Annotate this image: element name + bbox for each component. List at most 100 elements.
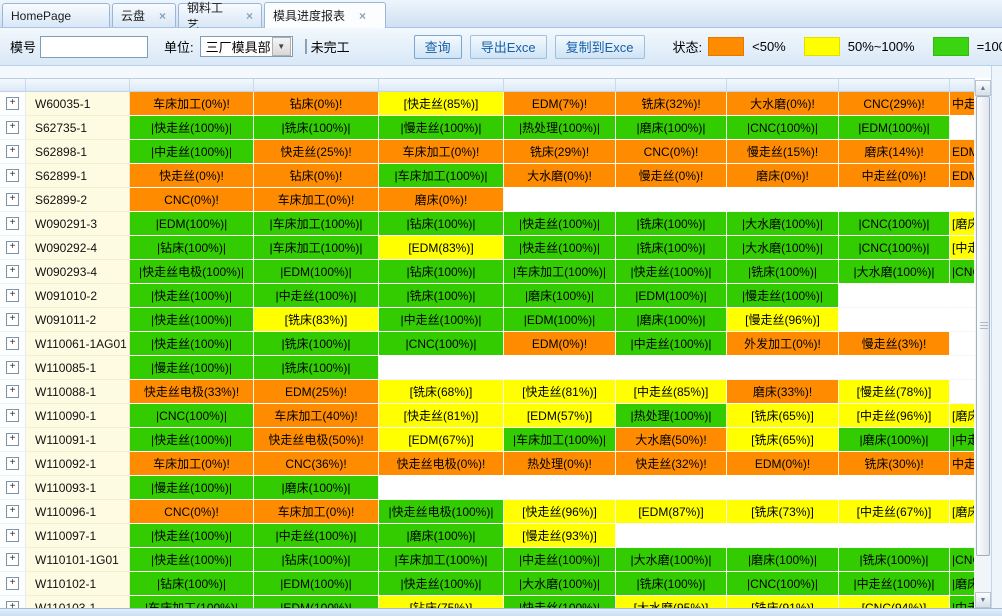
process-status-cell[interactable]: |CNC(100%)| bbox=[379, 332, 504, 356]
process-status-cell[interactable]: |快走丝(100%)| bbox=[130, 332, 254, 356]
mold-id-cell[interactable]: W090291-3 bbox=[26, 212, 130, 236]
process-status-cell[interactable]: [铣床(65%)] bbox=[727, 404, 839, 428]
process-status-cell[interactable]: 磨床(33%)! bbox=[727, 380, 839, 404]
process-status-cell[interactable]: [钻床(75%)] bbox=[379, 596, 504, 608]
mold-id-cell[interactable]: W110090-1 bbox=[26, 404, 130, 428]
process-status-cell[interactable] bbox=[504, 476, 616, 500]
mold-id-cell[interactable]: W110101-1G01 bbox=[26, 548, 130, 572]
process-status-cell[interactable]: 车床加工(0%)! bbox=[379, 140, 504, 164]
row-expand-toggle[interactable]: + bbox=[0, 212, 26, 236]
process-status-cell[interactable]: |CNC(100%)| bbox=[727, 116, 839, 140]
process-status-cell[interactable] bbox=[950, 356, 975, 380]
process-status-cell[interactable] bbox=[504, 188, 616, 212]
process-status-cell[interactable]: EDM(0%)! bbox=[727, 452, 839, 476]
process-status-cell[interactable]: [铣床(91%)] bbox=[727, 596, 839, 608]
process-status-cell[interactable]: |车床加工(100%)| bbox=[379, 164, 504, 188]
process-status-cell[interactable]: |铣床(100%)| bbox=[839, 548, 950, 572]
process-status-cell[interactable]: |慢走丝(100%)| bbox=[130, 356, 254, 380]
process-status-cell[interactable] bbox=[950, 188, 975, 212]
row-expand-toggle[interactable]: + bbox=[0, 260, 26, 284]
process-status-cell[interactable]: |车床加工(100%)| bbox=[379, 548, 504, 572]
process-status-cell[interactable] bbox=[950, 308, 975, 332]
process-status-cell[interactable]: |热处理(100%)| bbox=[504, 116, 616, 140]
process-status-cell[interactable] bbox=[727, 188, 839, 212]
row-expand-toggle[interactable]: + bbox=[0, 308, 26, 332]
row-expand-toggle[interactable]: + bbox=[0, 404, 26, 428]
process-status-cell[interactable]: [磨床 bbox=[950, 212, 975, 236]
process-status-cell[interactable]: |车床加工(100%)| bbox=[504, 260, 616, 284]
row-expand-toggle[interactable]: + bbox=[0, 476, 26, 500]
process-status-cell[interactable] bbox=[839, 476, 950, 500]
process-status-cell[interactable] bbox=[839, 284, 950, 308]
process-status-cell[interactable] bbox=[839, 188, 950, 212]
process-status-cell[interactable]: 铣床(32%)! bbox=[616, 92, 727, 116]
process-status-cell[interactable] bbox=[950, 380, 975, 404]
process-status-cell[interactable]: 钻床(0%)! bbox=[254, 92, 379, 116]
mold-id-cell[interactable]: W110092-1 bbox=[26, 452, 130, 476]
process-status-cell[interactable]: |CNC(100%)| bbox=[839, 212, 950, 236]
process-status-cell[interactable]: |铣床(100%)| bbox=[616, 212, 727, 236]
process-status-cell[interactable]: 慢走丝(3%)! bbox=[839, 332, 950, 356]
mold-id-cell[interactable]: W110088-1 bbox=[26, 380, 130, 404]
mold-id-cell[interactable]: W110096-1 bbox=[26, 500, 130, 524]
process-status-cell[interactable]: 钻床(0%)! bbox=[254, 164, 379, 188]
close-icon[interactable]: × bbox=[159, 10, 166, 22]
row-expand-toggle[interactable]: + bbox=[0, 596, 26, 608]
process-status-cell[interactable]: |快走丝(100%)| bbox=[504, 212, 616, 236]
process-status-cell[interactable]: |铣床(100%)| bbox=[254, 116, 379, 140]
mold-id-cell[interactable]: W60035-1 bbox=[26, 92, 130, 116]
tab-homepage[interactable]: HomePage bbox=[2, 3, 110, 27]
process-status-cell[interactable]: 外发加工(0%)! bbox=[727, 332, 839, 356]
process-status-cell[interactable] bbox=[379, 356, 504, 380]
process-status-cell[interactable]: |铣床(100%)| bbox=[379, 284, 504, 308]
process-status-cell[interactable]: |大水磨(100%)| bbox=[616, 548, 727, 572]
process-status-cell[interactable]: EDM(25%)! bbox=[254, 380, 379, 404]
process-status-cell[interactable]: 车床加工(0%)! bbox=[254, 188, 379, 212]
row-expand-toggle[interactable]: + bbox=[0, 572, 26, 596]
mold-id-cell[interactable]: W110103-1 bbox=[26, 596, 130, 608]
row-expand-toggle[interactable]: + bbox=[0, 380, 26, 404]
mold-id-cell[interactable]: W090293-4 bbox=[26, 260, 130, 284]
row-expand-toggle[interactable]: + bbox=[0, 92, 26, 116]
process-status-cell[interactable]: 磨床(0%)! bbox=[379, 188, 504, 212]
row-expand-toggle[interactable]: + bbox=[0, 116, 26, 140]
process-status-cell[interactable]: |快走丝(100%)| bbox=[504, 236, 616, 260]
process-status-cell[interactable]: |车床加工(100%)| bbox=[254, 212, 379, 236]
process-status-cell[interactable]: [磨床 bbox=[950, 404, 975, 428]
mold-id-cell[interactable]: W091010-2 bbox=[26, 284, 130, 308]
process-status-cell[interactable]: 大水磨(50%)! bbox=[616, 428, 727, 452]
export-excel-button[interactable]: 导出Exce bbox=[470, 35, 547, 59]
process-status-cell[interactable]: |快走丝电极(100%)| bbox=[130, 260, 254, 284]
process-status-cell[interactable]: [中走丝(67%)] bbox=[839, 500, 950, 524]
process-status-cell[interactable]: [EDM(67%)] bbox=[379, 428, 504, 452]
process-status-cell[interactable]: CNC(29%)! bbox=[839, 92, 950, 116]
process-status-cell[interactable]: [快走丝(81%)] bbox=[379, 404, 504, 428]
process-status-cell[interactable]: |大水磨(100%)| bbox=[504, 572, 616, 596]
process-status-cell[interactable]: |快走丝(100%)| bbox=[130, 308, 254, 332]
process-status-cell[interactable]: |EDM(100%)| bbox=[504, 308, 616, 332]
process-status-cell[interactable]: [EDM(83%)] bbox=[379, 236, 504, 260]
process-status-cell[interactable]: EDM bbox=[950, 164, 975, 188]
process-status-cell[interactable] bbox=[727, 356, 839, 380]
process-status-cell[interactable]: |快走丝(100%)| bbox=[130, 524, 254, 548]
tab-steel-process[interactable]: 钢料工艺 × bbox=[178, 3, 262, 27]
process-status-cell[interactable]: [快走丝(81%)] bbox=[504, 380, 616, 404]
process-status-cell[interactable]: [快走丝(96%)] bbox=[504, 500, 616, 524]
process-status-cell[interactable]: 车床加工(40%)! bbox=[254, 404, 379, 428]
process-status-cell[interactable]: |大水磨(100%)| bbox=[839, 260, 950, 284]
process-status-cell[interactable]: |大水磨(100%)| bbox=[727, 236, 839, 260]
process-status-cell[interactable]: [磨床 bbox=[950, 500, 975, 524]
process-status-cell[interactable]: [铣床(83%)] bbox=[254, 308, 379, 332]
process-status-cell[interactable]: |热处理(100%)| bbox=[616, 404, 727, 428]
chevron-down-icon[interactable]: ▼ bbox=[272, 37, 291, 56]
process-status-cell[interactable]: |中走丝(100%)| bbox=[130, 140, 254, 164]
process-status-cell[interactable]: |钻床(100%)| bbox=[130, 236, 254, 260]
process-status-cell[interactable]: |磨床(100%)| bbox=[616, 116, 727, 140]
process-status-cell[interactable] bbox=[616, 188, 727, 212]
process-status-cell[interactable]: |铣床(100%)| bbox=[616, 236, 727, 260]
process-status-cell[interactable]: 大水磨(0%)! bbox=[504, 164, 616, 188]
process-status-cell[interactable]: 磨床(14%)! bbox=[839, 140, 950, 164]
process-status-cell[interactable]: |快走丝(100%)| bbox=[130, 116, 254, 140]
process-status-cell[interactable]: |中走丝(100%)| bbox=[379, 308, 504, 332]
row-expand-toggle[interactable]: + bbox=[0, 428, 26, 452]
